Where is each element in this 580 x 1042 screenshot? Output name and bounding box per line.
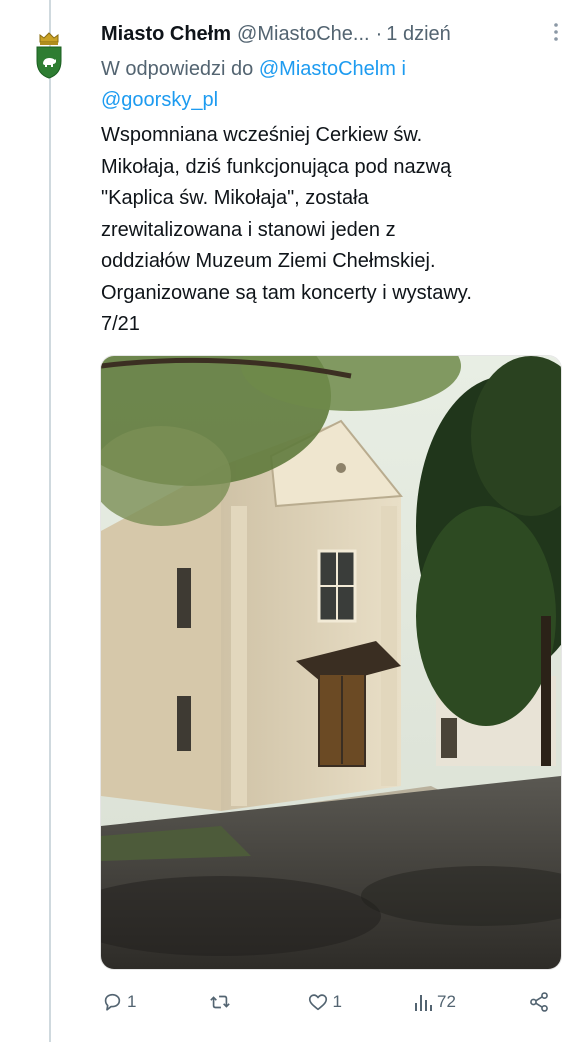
chelm-coat-of-arms-icon[interactable] — [34, 28, 64, 80]
views-count: 72 — [437, 992, 456, 1011]
author-handle[interactable]: @MiastoChe... — [237, 23, 370, 46]
share-button[interactable] — [527, 991, 551, 1013]
tweet-text-line: Organizowane są tam koncerty i wystawy. — [101, 281, 472, 304]
tweet-text: Wspomniana wcześniej Cerkiew św. Mikołaj… — [101, 120, 571, 341]
reply-count: 1 — [127, 992, 137, 1011]
more-vertical-icon[interactable] — [544, 20, 568, 44]
author-name[interactable]: Miasto Chełm — [101, 23, 231, 46]
tweet-text-line: "Kaplica św. Mikołaja", została — [101, 187, 369, 209]
reply-mention-2[interactable]: @goorsky_pl — [101, 89, 218, 111]
reply-button[interactable]: 1 — [101, 991, 136, 1013]
thread-line — [49, 0, 51, 1042]
tweet-text-line: 7/21 — [101, 313, 140, 335]
tweet-text-line: zrewitalizowana i stanowi jeden z — [101, 218, 396, 241]
reply-and: i — [401, 58, 406, 80]
tweet-header: Miasto Chełm @MiastoChe... · 1 dzień — [101, 18, 580, 50]
separator-dot: · — [375, 22, 383, 45]
tweet-text-line: Wspomniana wcześniej Cerkiew św. — [101, 124, 423, 146]
share-icon — [530, 992, 548, 1012]
reply-context: W odpowiedzi do @MiastoChelm i @goorsky_… — [101, 54, 541, 116]
reply-bubble-icon — [104, 993, 121, 1011]
tweet-time[interactable]: 1 dzień — [386, 23, 451, 46]
retweet-button[interactable] — [208, 991, 236, 1013]
heart-icon — [308, 994, 327, 1011]
like-button[interactable]: 1 — [307, 991, 342, 1013]
tweet-actions: 1 1 72 — [101, 986, 551, 1018]
tweet-photo[interactable] — [100, 355, 562, 970]
views-bars-icon — [415, 995, 433, 1011]
retweet-icon — [209, 995, 230, 1009]
like-count: 1 — [332, 992, 342, 1011]
tweet-text-line: oddziałów Muzeum Ziemi Chełmskiej. — [101, 250, 436, 272]
reply-mention-1[interactable]: @MiastoChelm — [259, 58, 396, 80]
tweet-text-line: Mikołaja, dziś funkcjonująca pod nazwą — [101, 155, 452, 178]
reply-prefix: W odpowiedzi do — [101, 58, 254, 80]
views-button[interactable]: 72 — [413, 991, 456, 1013]
